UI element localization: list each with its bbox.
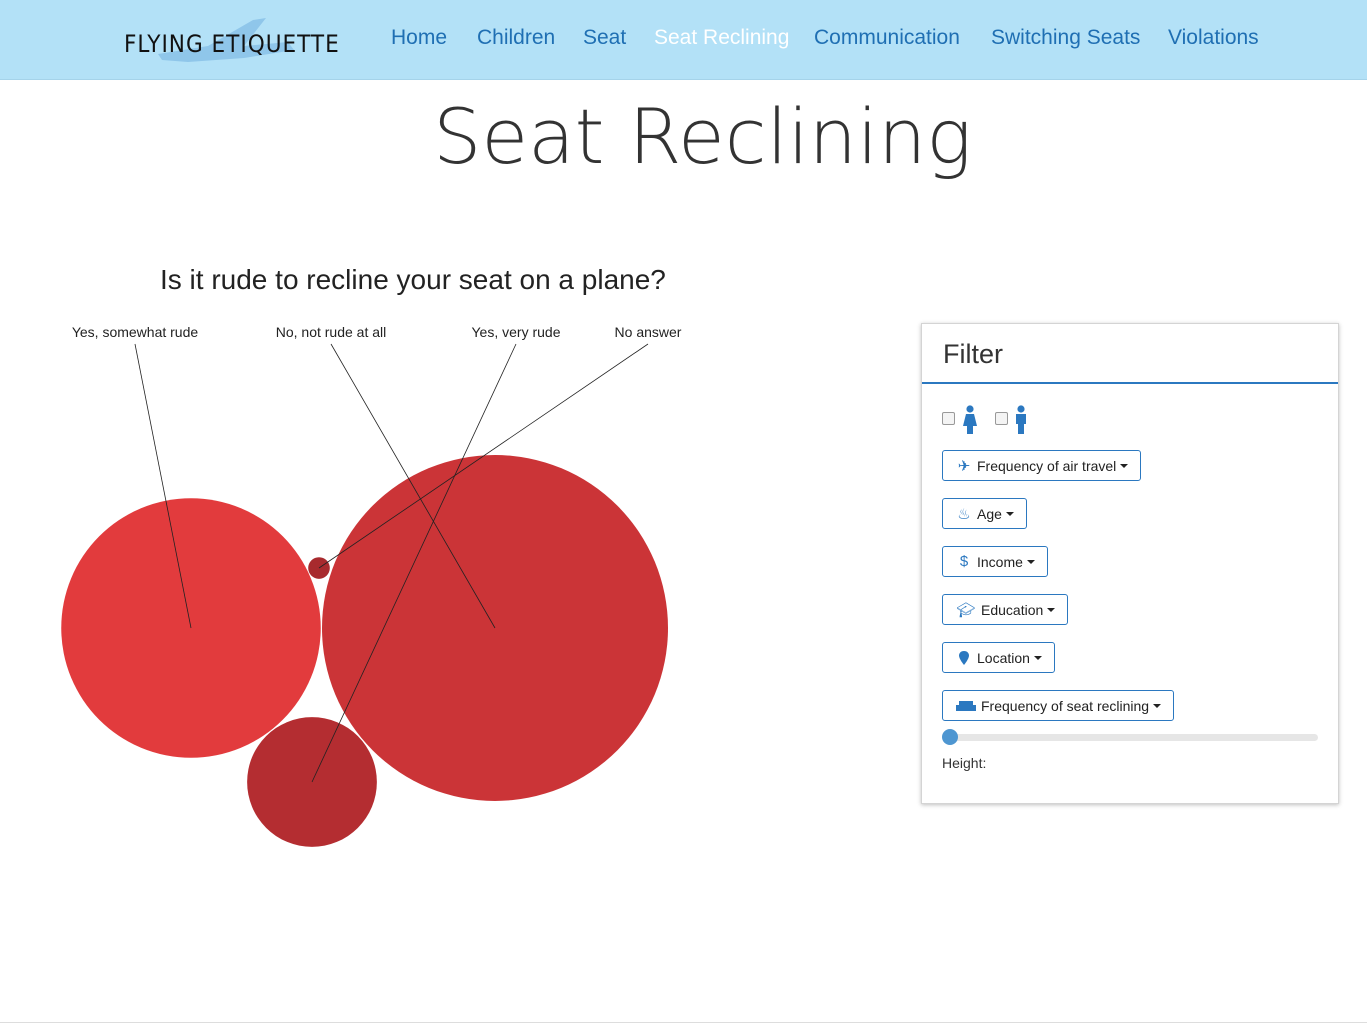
chevron-down-icon	[1026, 559, 1035, 564]
filter-panel: Filter ✈ Frequency of air travel ♨ Age $…	[921, 323, 1339, 804]
chevron-down-icon	[1047, 607, 1056, 612]
map-marker-icon	[959, 650, 969, 665]
bubble-chart: Yes, somewhat rude No, not rude at all Yes…	[61, 324, 682, 847]
label-not-rude: No, not rude at all	[276, 324, 387, 340]
label-very-rude: Yes, very rude	[472, 324, 561, 340]
couch-icon	[956, 700, 976, 711]
air-travel-frequency-label: Frequency of air travel	[977, 457, 1117, 474]
income-dropdown[interactable]: $ Income	[942, 546, 1048, 577]
location-label: Location	[977, 649, 1030, 666]
page-bottom-divider	[0, 1022, 1367, 1023]
male-icon	[1016, 405, 1026, 434]
label-no-answer: No answer	[615, 324, 682, 340]
chevron-down-icon	[1005, 511, 1014, 516]
filter-panel-header: Filter	[922, 324, 1338, 384]
seat-reclining-frequency-dropdown[interactable]: Frequency of seat reclining	[942, 690, 1175, 721]
age-label: Age	[977, 505, 1002, 522]
chevron-down-icon	[1120, 463, 1129, 468]
height-slider-track[interactable]	[949, 734, 1318, 741]
education-dropdown[interactable]: 🎓︎ Education	[942, 594, 1069, 625]
label-somewhat-rude: Yes, somewhat rude	[72, 324, 199, 340]
nav-switching-seats[interactable]: Switching Seats	[991, 26, 1140, 50]
nav-violations[interactable]: Violations	[1168, 26, 1259, 50]
location-dropdown[interactable]: Location	[942, 642, 1055, 673]
filter-title: Filter	[943, 339, 1003, 369]
air-travel-frequency-dropdown[interactable]: ✈ Frequency of air travel	[942, 450, 1142, 481]
seat-reclining-frequency-label: Frequency of seat reclining	[981, 697, 1150, 714]
birthday-cake-icon: ♨	[957, 505, 971, 523]
female-icon	[963, 405, 977, 434]
dollar-icon: $	[959, 553, 969, 570]
chevron-down-icon	[1153, 703, 1162, 708]
age-dropdown[interactable]: ♨ Age	[942, 498, 1027, 529]
height-slider-thumb[interactable]	[942, 729, 958, 745]
education-label: Education	[981, 601, 1044, 618]
graduation-cap-icon: 🎓︎	[956, 601, 976, 619]
male-checkbox[interactable]	[995, 412, 1008, 425]
chevron-down-icon	[1033, 655, 1042, 660]
female-checkbox[interactable]	[942, 412, 955, 425]
income-label: Income	[977, 553, 1023, 570]
plane-icon: ✈	[957, 457, 971, 475]
height-label: Height:	[942, 755, 987, 771]
